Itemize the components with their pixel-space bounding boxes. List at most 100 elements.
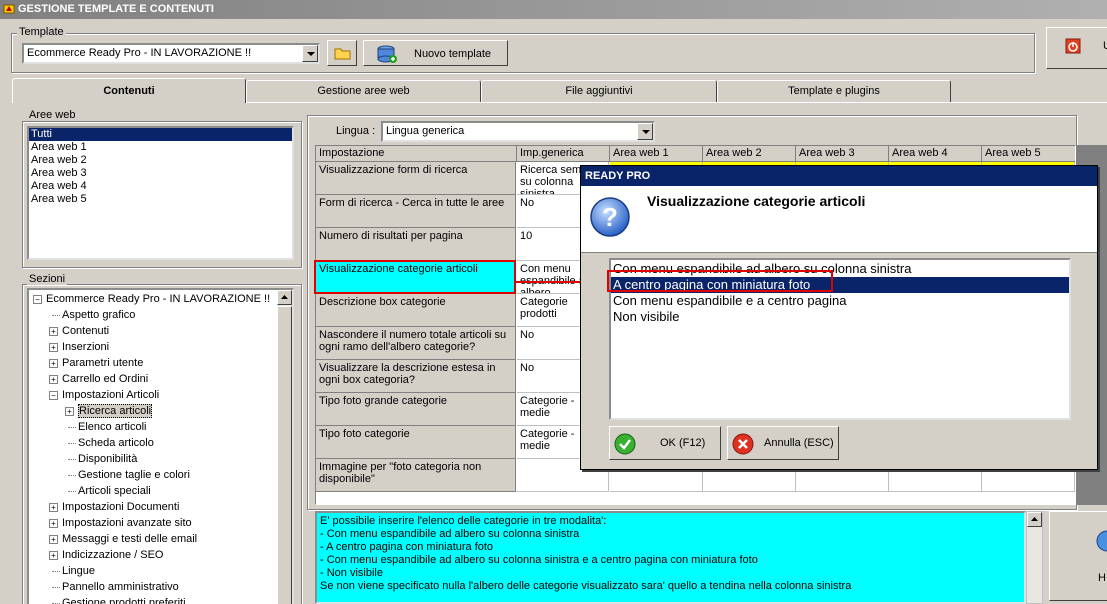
tree-node[interactable]: + Impostazioni avanzate sito [29,515,292,531]
new-template-button[interactable]: Nuovo template [363,40,508,66]
setting-name[interactable]: Visualizzazione form di ricerca [316,162,516,195]
scroll-up-button[interactable] [277,290,292,305]
chevron-down-icon[interactable] [637,123,653,140]
expand-icon[interactable]: + [65,407,74,416]
tree-node-label: Disponibilità [78,453,138,465]
tree-node[interactable]: + Inserzioni [29,339,292,355]
collapse-icon[interactable]: − [33,295,42,304]
list-item[interactable]: Area web 5 [29,193,292,206]
tree-node[interactable]: Lingue [29,563,292,579]
cancel-button[interactable]: Annulla (ESC) [727,426,839,460]
tab-template-e-plugins[interactable]: Template e plugins [717,80,951,102]
tree-scrollbar[interactable] [277,290,292,604]
scroll-thumb[interactable] [277,306,292,604]
tree-node[interactable]: Disponibilità [29,451,292,467]
setting-name[interactable]: Descrizione box categorie [316,294,516,327]
aree-web-list[interactable]: Tutti Area web 1 Area web 2 Area web 3 A… [27,126,294,260]
chevron-down-icon[interactable] [302,45,318,62]
setting-name[interactable]: Nascondere il numero totale articoli su … [316,327,516,360]
column-header[interactable]: Area web 4 [889,146,982,162]
expand-icon[interactable]: + [49,343,58,352]
list-item[interactable]: Area web 2 [29,154,292,167]
column-header[interactable]: Impostazione [316,146,517,162]
list-item[interactable]: Area web 4 [29,180,292,193]
lingua-select-value: Lingua generica [386,125,465,137]
tree-node[interactable]: − Impostazioni Articoli [29,387,292,403]
tree-node[interactable]: + Contenuti [29,323,292,339]
ok-button[interactable]: OK (F12) [609,426,721,460]
dialog-option[interactable]: Non visibile [611,309,1069,325]
template-select-value: Ecommerce Ready Pro - IN LAVORAZIONE !! [27,47,252,59]
tree-node[interactable]: + Indicizzazione / SEO [29,547,292,563]
tab-file-aggiuntivi[interactable]: File aggiuntivi [481,80,717,102]
tree-node[interactable]: Scheda articolo [29,435,292,451]
ok-button-label: OK (F12) [660,437,706,449]
tree-node[interactable]: + Parametri utente [29,355,292,371]
tree-node-label: Indicizzazione / SEO [62,549,164,561]
column-header[interactable]: Area web 5 [982,146,1075,162]
tree-node-root[interactable]: − Ecommerce Ready Pro - IN LAVORAZIONE !… [29,291,292,307]
dialog-question: Visualizzazione categorie articoli [647,193,866,209]
check-icon [614,433,636,455]
tab-template-plugins-label: Template e plugins [788,85,880,97]
list-item[interactable]: Area web 1 [29,141,292,154]
window-title-bar: GESTIONE TEMPLATE E CONTENUTI [0,0,1107,19]
tree-node[interactable]: Aspetto grafico [29,307,292,323]
setting-name[interactable]: Immagine per "foto categoria non disponi… [316,459,516,492]
help-button-label: H [1098,572,1106,584]
column-header[interactable]: Area web 2 [703,146,796,162]
cancel-icon [732,433,754,455]
tree-node[interactable]: Gestione prodotti preferiti [29,595,292,604]
help-button[interactable]: H [1049,511,1107,601]
tab-gestione-aree-web[interactable]: Gestione aree web [246,80,481,102]
column-header[interactable]: Area web 3 [796,146,889,162]
tree-connector [68,427,76,428]
template-select[interactable]: Ecommerce Ready Pro - IN LAVORAZIONE !! [22,43,320,64]
exit-button[interactable]: U [1046,27,1107,69]
setting-name[interactable]: Form di ricerca - Cerca in tutte le aree [316,195,516,228]
tree-connector [52,587,60,588]
expand-icon[interactable]: + [49,551,58,560]
lingua-label: Lingua : [336,125,376,137]
dialog-title-bar: READY PRO [581,166,1097,186]
question-icon: ? [590,197,630,237]
column-header[interactable]: Area web 1 [610,146,703,162]
tree-node-label: Impostazioni Documenti [62,501,180,513]
column-header[interactable]: Imp.generica [517,146,610,162]
tree-node[interactable]: Pannello amministrativo [29,579,292,595]
expand-icon[interactable]: + [49,535,58,544]
collapse-icon[interactable]: − [49,391,58,400]
tree-node[interactable]: + Ricerca articoli [29,403,292,419]
expand-icon[interactable]: + [49,519,58,528]
tree-connector [52,315,60,316]
tree-node[interactable]: Articoli speciali [29,483,292,499]
setting-name[interactable]: Tipo foto categorie [316,426,516,459]
expand-icon[interactable]: + [49,503,58,512]
setting-name[interactable]: Numero di risultati per pagina [316,228,516,261]
tree-node[interactable]: Elenco articoli [29,419,292,435]
tree-node[interactable]: + Carrello ed Ordini [29,371,292,387]
description-box: E' possibile inserire l'elenco delle cat… [315,511,1026,604]
list-item[interactable]: Tutti [29,128,292,141]
setting-name[interactable]: Tipo foto grande categorie [316,393,516,426]
expand-icon[interactable]: + [49,359,58,368]
sezioni-tree[interactable]: − Ecommerce Ready Pro - IN LAVORAZIONE !… [27,288,294,604]
window-title: GESTIONE TEMPLATE E CONTENUTI [18,3,214,15]
open-folder-button[interactable] [327,40,357,66]
list-item[interactable]: Area web 3 [29,167,292,180]
tree-node-label: Carrello ed Ordini [62,373,149,385]
setting-name[interactable]: Visualizzare la descrizione estesa in og… [316,360,516,393]
tree-node[interactable]: + Impostazioni Documenti [29,499,292,515]
lingua-select[interactable]: Lingua generica [381,121,655,142]
tree-connector [68,443,76,444]
exit-button-label: U [1103,40,1107,52]
description-scrollbar[interactable] [1026,511,1043,604]
scroll-up-button[interactable] [1027,512,1042,527]
dialog-option[interactable]: Con menu espandibile e a centro pagina [611,293,1069,309]
expand-icon[interactable]: + [49,327,58,336]
tree-node[interactable]: + Messaggi e testi delle email [29,531,292,547]
expand-icon[interactable]: + [49,375,58,384]
tab-contenuti[interactable]: Contenuti [12,78,246,103]
tree-node[interactable]: Gestione taglie e colori [29,467,292,483]
description-line: - Con menu espandibile ad albero su colo… [320,554,758,566]
